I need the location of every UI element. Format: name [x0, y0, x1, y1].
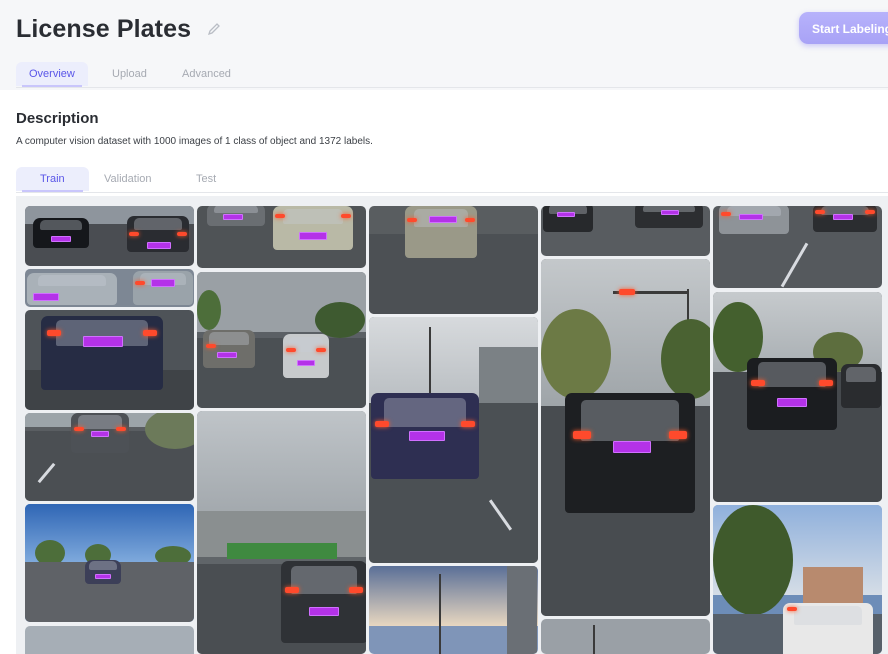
- image-thumbnail[interactable]: [197, 272, 366, 408]
- image-thumbnail[interactable]: [25, 269, 194, 307]
- tab-test[interactable]: Test: [196, 167, 216, 191]
- tab-train[interactable]: Train: [16, 167, 89, 192]
- description-text: A computer vision dataset with 1000 imag…: [16, 136, 373, 147]
- pencil-icon[interactable]: [207, 22, 221, 36]
- split-divider: [16, 192, 888, 193]
- image-thumbnail[interactable]: [25, 626, 194, 654]
- image-thumbnail[interactable]: [197, 411, 366, 654]
- image-thumbnail[interactable]: [369, 566, 538, 654]
- image-thumbnail[interactable]: [25, 310, 194, 410]
- image-thumbnail[interactable]: [541, 259, 710, 616]
- image-thumbnail[interactable]: [713, 505, 882, 654]
- image-thumbnail[interactable]: [713, 292, 882, 502]
- header-bar: License Plates Start Labeling Overview U…: [0, 0, 888, 90]
- image-thumbnail[interactable]: [25, 413, 194, 501]
- image-thumbnail[interactable]: [25, 206, 194, 266]
- image-thumbnail[interactable]: [197, 206, 366, 268]
- image-thumbnail[interactable]: [369, 206, 538, 314]
- image-thumbnail[interactable]: [25, 504, 194, 622]
- page-title: License Plates: [16, 15, 192, 43]
- image-thumbnail[interactable]: [713, 206, 882, 288]
- tab-validation[interactable]: Validation: [104, 167, 152, 191]
- image-thumbnail[interactable]: [369, 317, 538, 563]
- tab-upload[interactable]: Upload: [112, 62, 147, 86]
- image-grid: [16, 196, 888, 654]
- image-thumbnail[interactable]: [541, 206, 710, 256]
- image-thumbnail[interactable]: [541, 619, 710, 654]
- description-heading: Description: [16, 110, 99, 127]
- tab-advanced[interactable]: Advanced: [182, 62, 231, 86]
- tab-overview[interactable]: Overview: [16, 62, 88, 87]
- start-labeling-button[interactable]: Start Labeling: [799, 12, 888, 44]
- nav-divider: [16, 87, 888, 88]
